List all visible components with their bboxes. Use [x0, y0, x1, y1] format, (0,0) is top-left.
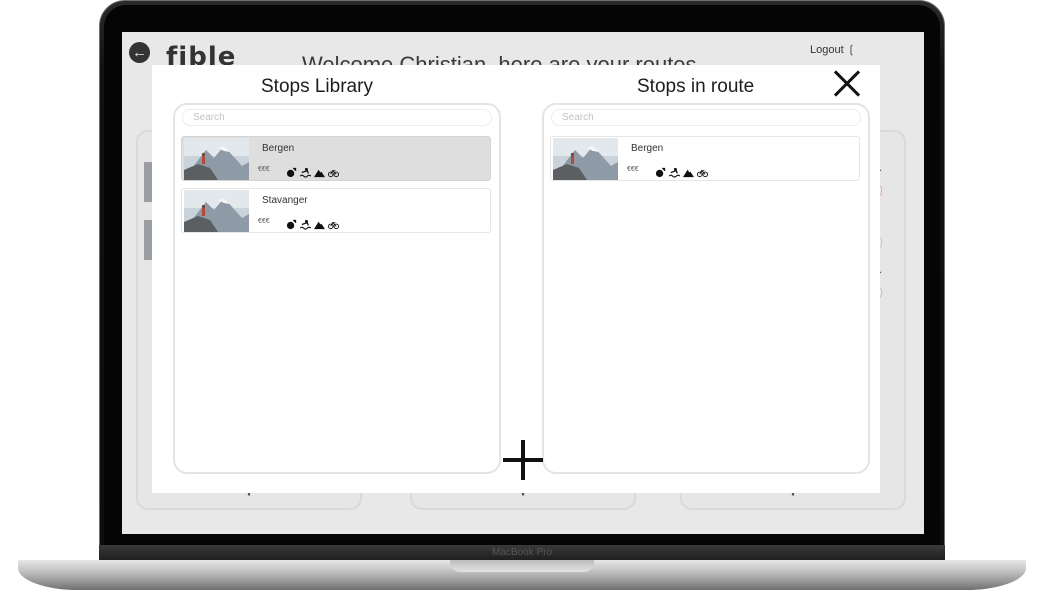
stop-name: Bergen — [262, 143, 295, 154]
stop-thumbnail — [184, 138, 249, 180]
mountain-icon — [683, 165, 694, 183]
stop-activity-icons — [286, 217, 339, 235]
stop-card[interactable]: Bergen €€€ — [181, 136, 491, 181]
laptop-base — [18, 560, 1026, 590]
restaurant-icon — [286, 165, 297, 183]
stop-name: Bergen — [631, 143, 664, 154]
route-search-input[interactable] — [551, 109, 861, 126]
swimming-icon — [299, 217, 312, 235]
bicycle-icon — [697, 165, 708, 183]
close-icon[interactable] — [832, 69, 862, 99]
stops-in-route-title: Stops in route — [637, 76, 755, 97]
stops-library-title: Stops Library — [261, 76, 373, 97]
library-list: Bergen €€€ Stavanger €€€ — [181, 136, 491, 240]
stop-price-level: €€€ — [627, 166, 639, 173]
logout-icon: ❲ — [846, 44, 856, 56]
swimming-icon — [668, 165, 681, 183]
route-list: Bergen €€€ — [550, 136, 860, 188]
logout-button[interactable]: Logout ❲ — [810, 43, 856, 56]
stop-thumbnail — [553, 138, 618, 180]
mountain-icon — [314, 165, 325, 183]
add-to-route-plus-icon[interactable] — [503, 440, 543, 480]
restaurant-icon — [655, 165, 666, 183]
stop-card[interactable]: Bergen €€€ — [550, 136, 860, 181]
laptop-screen: ← fible Welcome Christian, here are your… — [122, 32, 924, 534]
library-search-input[interactable] — [182, 109, 492, 126]
swimming-icon — [299, 165, 312, 183]
stop-thumbnail — [184, 190, 249, 232]
stop-name: Stavanger — [262, 195, 308, 206]
mountain-icon — [314, 217, 325, 235]
stop-activity-icons — [655, 165, 708, 183]
bicycle-icon — [328, 165, 339, 183]
logout-label: Logout — [810, 44, 844, 56]
stops-in-route-panel: Bergen €€€ — [542, 103, 870, 474]
bicycle-icon — [328, 217, 339, 235]
restaurant-icon — [286, 217, 297, 235]
add-stops-modal: Stops Library Stops in route Bergen €€€ — [152, 65, 880, 493]
stop-price-level: €€€ — [258, 166, 270, 173]
back-arrow-icon[interactable]: ← — [129, 42, 150, 63]
laptop-model-label: MacBook Pro — [491, 547, 553, 558]
stop-activity-icons — [286, 165, 339, 183]
stops-library-panel: Bergen €€€ Stavanger €€€ — [173, 103, 501, 474]
stop-card[interactable]: Stavanger €€€ — [181, 188, 491, 233]
stop-price-level: €€€ — [258, 218, 270, 225]
